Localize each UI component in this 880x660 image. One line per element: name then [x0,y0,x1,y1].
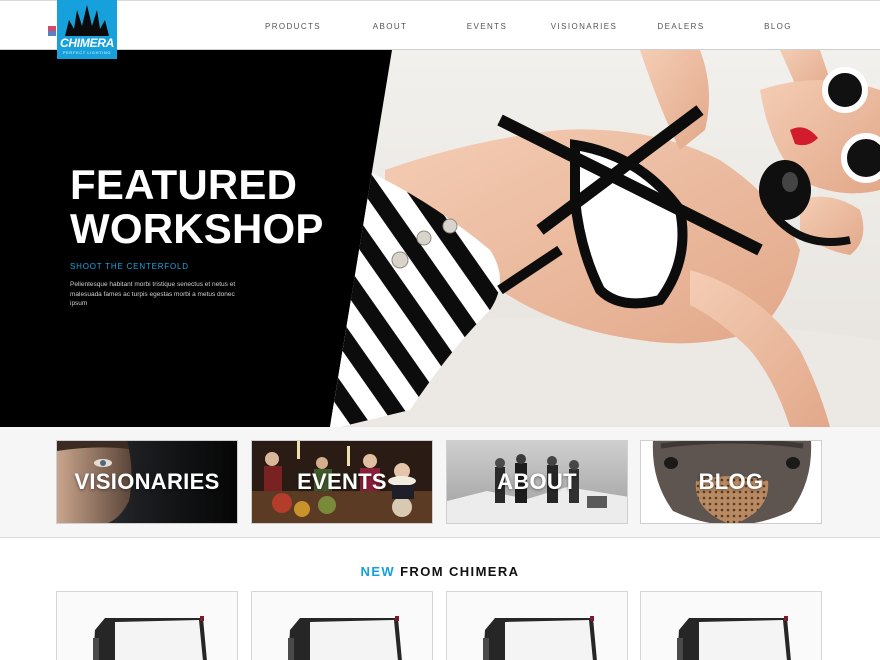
category-label-blog: BLOG [698,469,764,494]
product-card-3[interactable] [446,591,628,660]
nav-item-visionaries[interactable]: VISIONARIES [539,21,629,33]
logo-tagline: PERFECT LIGHTING [62,50,112,55]
category-tile-visionaries[interactable]: VISIONARIES [56,440,238,524]
lightbank-softbox-icon [252,592,432,660]
top-navigation-bar: PRODUCTS ABOUT EVENTS VISIONARIES DEALER… [0,0,880,50]
new-from-heading: NEW FROM CHIMERA [0,564,880,580]
category-tiles: VISIONARIES EVENTS ABOUT BLOG [0,427,880,538]
hero-description: Pellentesque habitant morbi tristique se… [70,281,236,307]
featured-workshop-hero: FEATURED WORKSHOP SHOOT THE CENTERFOLD P… [0,50,880,427]
category-tile-events[interactable]: EVENTS [251,440,433,524]
chimera-logo[interactable]: CHIMERA PERFECT LIGHTING [57,0,117,59]
category-label-about: ABOUT [497,469,577,494]
lightbank-softbox-icon [57,592,237,660]
new-from-accent: NEW [360,564,396,579]
product-card-1[interactable] [56,591,238,660]
nav-item-dealers[interactable]: DEALERS [636,21,726,33]
nav-item-about[interactable]: ABOUT [345,21,435,33]
product-card-2[interactable] [251,591,433,660]
hero-subtitle-link[interactable]: SHOOT THE CENTERFOLD [70,262,189,272]
logo-wordmark: CHIMERA [60,36,114,50]
flag-icon [48,26,56,36]
hero-title: FEATURED WORKSHOP [70,161,324,252]
lightbank-softbox-icon [447,592,627,660]
new-from-rest: FROM CHIMERA [400,564,520,579]
category-tile-about[interactable]: ABOUT [446,440,628,524]
category-label-visionaries: VISIONARIES [74,469,220,494]
nav-item-blog[interactable]: BLOG [733,21,823,33]
category-tile-blog[interactable]: BLOG [640,440,822,524]
lightbank-softbox-icon [641,592,821,660]
product-card-4[interactable] [640,591,822,660]
nav-item-events[interactable]: EVENTS [442,21,532,33]
category-label-events: EVENTS [297,469,387,494]
nav-item-products[interactable]: PRODUCTS [248,21,338,33]
